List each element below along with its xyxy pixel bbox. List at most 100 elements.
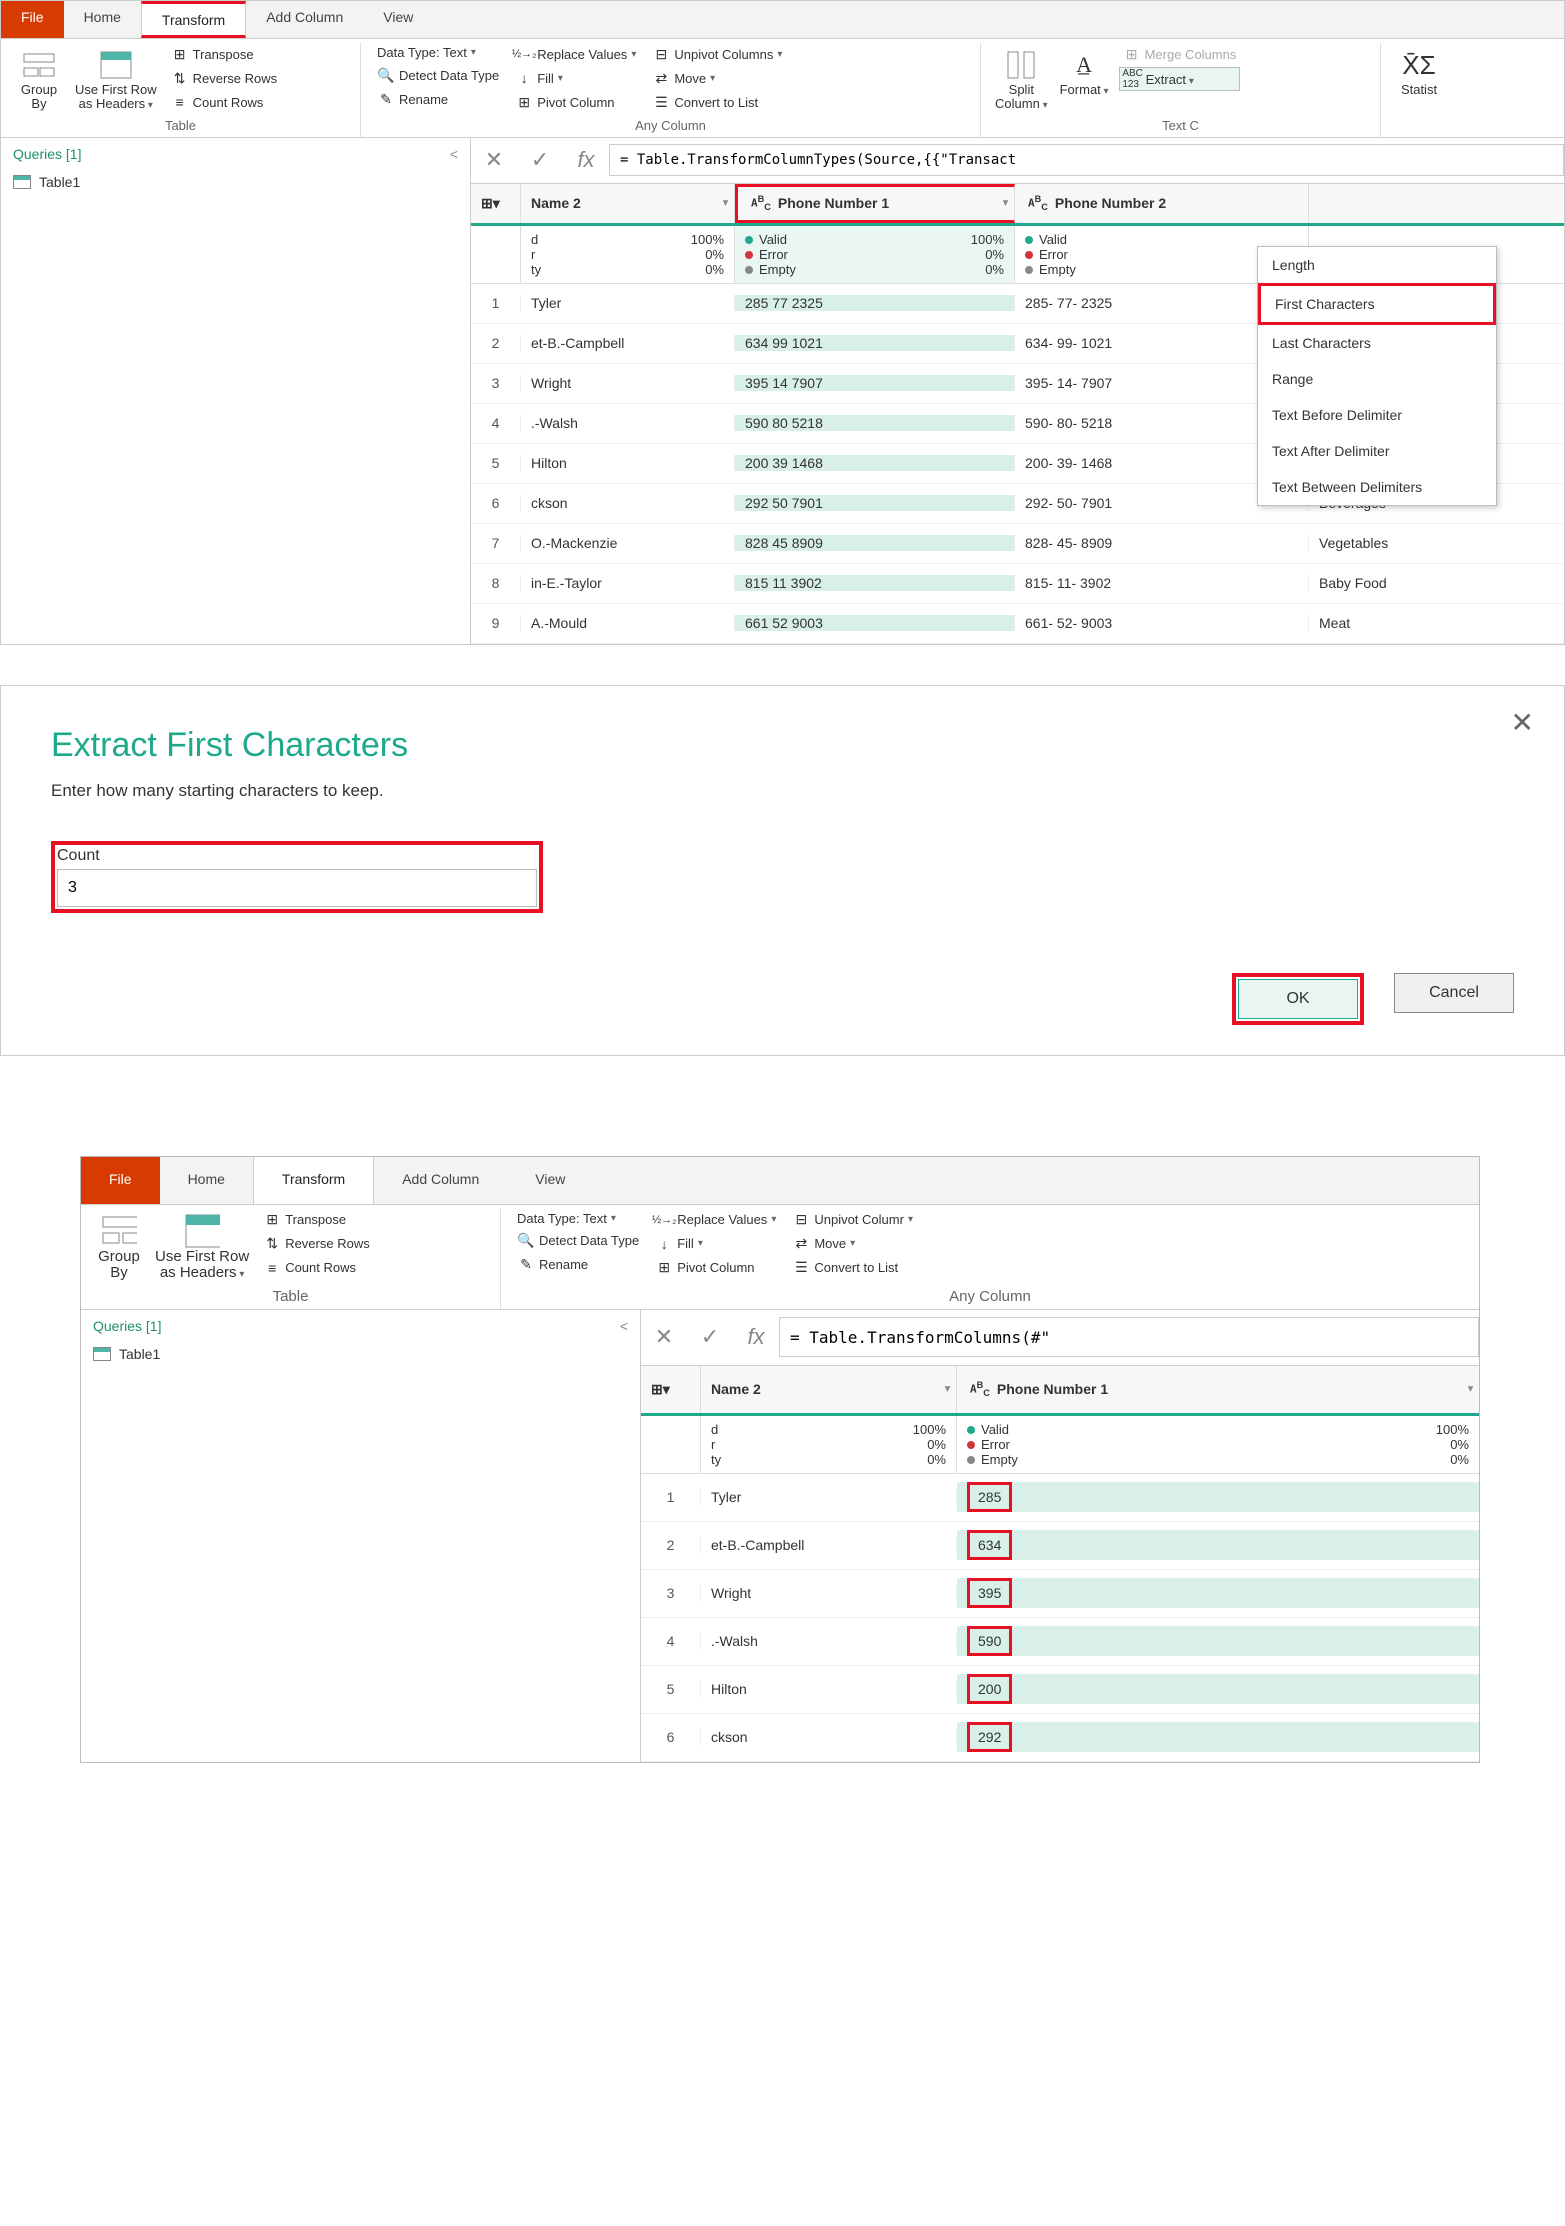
accept-formula-button[interactable]: ✓ [687, 1314, 733, 1360]
cell-phone1[interactable]: 661 52 9003 [735, 615, 1015, 631]
replace-values-button[interactable]: ½→₂Replace Values [511, 43, 640, 65]
tab-view[interactable]: View [363, 1, 433, 38]
group-by-button[interactable]: Group By [89, 1209, 149, 1286]
cell-name[interactable]: Wright [701, 1585, 957, 1601]
format-button[interactable]: A̲ Format [1054, 43, 1115, 116]
detect-data-type-button[interactable]: 🔍Detect Data Type [513, 1230, 643, 1252]
merge-columns-button[interactable]: ⊞Merge Columns [1119, 43, 1241, 65]
cell-phone1[interactable]: 828 45 8909 [735, 535, 1015, 551]
cell-name[interactable]: Wright [521, 375, 735, 391]
count-rows-button[interactable]: ≡Count Rows [259, 1257, 374, 1279]
cell-phone1[interactable]: 395 14 7907 [735, 375, 1015, 391]
cancel-formula-button[interactable]: ✕ [641, 1314, 687, 1360]
fill-button[interactable]: ↓Fill [651, 1233, 780, 1255]
data-type-button[interactable]: Data Type: Text [513, 1209, 643, 1228]
table-row[interactable]: 1Tyler285 [641, 1474, 1479, 1522]
col-header-name2[interactable]: Name 2▾ [701, 1366, 957, 1413]
transpose-button[interactable]: ⊞Transpose [167, 43, 282, 65]
cell-name[interactable]: in-E.-Taylor [521, 575, 735, 591]
chevron-down-icon[interactable]: ▾ [723, 198, 728, 209]
cell-phone2[interactable]: 815- 11- 3902 [1015, 575, 1309, 591]
chevron-down-icon[interactable]: ▾ [1003, 198, 1008, 209]
row-selector-header[interactable]: ⊞▾ [471, 184, 521, 223]
table-row[interactable]: 7O.-Mackenzie828 45 8909828- 45- 8909Veg… [471, 524, 1564, 564]
col-header-phone1[interactable]: ABCPhone Number 1▾ [957, 1366, 1479, 1413]
cell-category[interactable]: Vegetables [1309, 535, 1519, 551]
unpivot-button[interactable]: ⊟Unpivot Columr [788, 1209, 917, 1231]
cell-name[interactable]: .-Walsh [521, 415, 735, 431]
cell-name[interactable]: ckson [701, 1729, 957, 1745]
table-row[interactable]: 3Wright395 [641, 1570, 1479, 1618]
cell-phone1[interactable]: 200 39 1468 [735, 455, 1015, 471]
tab-file[interactable]: File [81, 1157, 160, 1204]
tab-add-column[interactable]: Add Column [374, 1157, 507, 1204]
cell-name[interactable]: Hilton [521, 455, 735, 471]
cell-name[interactable]: Tyler [521, 295, 735, 311]
cell-name[interactable]: .-Walsh [701, 1633, 957, 1649]
formula-input[interactable] [609, 144, 1564, 176]
use-first-row-button[interactable]: Use First Row as Headers [69, 43, 163, 116]
use-first-row-button[interactable]: Use First Row as Headers [149, 1209, 255, 1286]
cancel-button[interactable]: Cancel [1394, 973, 1514, 1013]
rename-button[interactable]: ✎Rename [373, 88, 503, 110]
cell-phone1[interactable]: 395 [957, 1578, 1479, 1608]
transpose-button[interactable]: ⊞Transpose [259, 1209, 374, 1231]
unpivot-button[interactable]: ⊟Unpivot Columns [648, 43, 786, 65]
tab-add-column[interactable]: Add Column [246, 1, 363, 38]
menu-text-after-delimiter[interactable]: Text After Delimiter [1258, 433, 1496, 469]
data-type-button[interactable]: Data Type: Text [373, 43, 503, 62]
menu-first-characters[interactable]: First Characters [1258, 283, 1496, 325]
cell-phone1[interactable]: 292 [957, 1722, 1479, 1752]
cell-phone1[interactable]: 285 [957, 1482, 1479, 1512]
table-row[interactable]: 9A.-Mould661 52 9003661- 52- 9003Meat [471, 604, 1564, 644]
count-input[interactable] [57, 869, 537, 907]
cell-phone1[interactable]: 590 [957, 1626, 1479, 1656]
query-table1[interactable]: Table1 [13, 174, 458, 190]
cell-phone1[interactable]: 590 80 5218 [735, 415, 1015, 431]
cell-name[interactable]: Tyler [701, 1489, 957, 1505]
cell-category[interactable]: Meat [1309, 615, 1519, 631]
tab-view[interactable]: View [507, 1157, 593, 1204]
replace-values-button[interactable]: ½→₂Replace Values [651, 1209, 780, 1231]
collapse-icon[interactable]: < [450, 146, 458, 162]
cell-phone1[interactable]: 285 77 2325 [735, 295, 1015, 311]
query-table1[interactable]: Table1 [93, 1346, 628, 1362]
pivot-column-button[interactable]: ⊞Pivot Column [511, 91, 640, 113]
cell-phone1[interactable]: 634 [957, 1530, 1479, 1560]
group-by-button[interactable]: Group By [9, 43, 69, 116]
col-header-name2[interactable]: Name 2▾ [521, 184, 735, 223]
col-header-phone1[interactable]: ABCPhone Number 1▾ [735, 184, 1015, 223]
table-row[interactable]: 5Hilton200 [641, 1666, 1479, 1714]
cancel-formula-button[interactable]: ✕ [471, 137, 517, 183]
cell-name[interactable]: ckson [521, 495, 735, 511]
table-row[interactable]: 2et-B.-Campbell634 [641, 1522, 1479, 1570]
cell-phone2[interactable]: 661- 52- 9003 [1015, 615, 1309, 631]
convert-to-list-button[interactable]: ☰Convert to List [648, 91, 786, 113]
row-selector-header[interactable]: ⊞▾ [641, 1366, 701, 1413]
ok-button[interactable]: OK [1238, 979, 1358, 1019]
extract-button[interactable]: ABC123Extract [1119, 67, 1241, 91]
cell-phone1[interactable]: 815 11 3902 [735, 575, 1015, 591]
tab-home[interactable]: Home [64, 1, 141, 38]
fill-button[interactable]: ↓Fill [511, 67, 640, 89]
statistics-button[interactable]: X̄Σ Statist [1389, 43, 1449, 131]
tab-transform[interactable]: Transform [253, 1157, 374, 1204]
move-button[interactable]: ⇄Move [648, 67, 786, 89]
cell-name[interactable]: et-B.-Campbell [701, 1537, 957, 1553]
detect-data-type-button[interactable]: 🔍Detect Data Type [373, 64, 503, 86]
menu-last-characters[interactable]: Last Characters [1258, 325, 1496, 361]
cell-phone1[interactable]: 634 99 1021 [735, 335, 1015, 351]
chevron-down-icon[interactable]: ▾ [1468, 1384, 1473, 1395]
menu-length[interactable]: Length [1258, 247, 1496, 283]
convert-to-list-button[interactable]: ☰Convert to List [788, 1257, 917, 1279]
move-button[interactable]: ⇄Move [788, 1233, 917, 1255]
accept-formula-button[interactable]: ✓ [517, 137, 563, 183]
cell-phone1[interactable]: 200 [957, 1674, 1479, 1704]
cell-phone2[interactable]: 828- 45- 8909 [1015, 535, 1309, 551]
reverse-rows-button[interactable]: ⇅Reverse Rows [167, 67, 282, 89]
tab-transform[interactable]: Transform [141, 1, 246, 38]
menu-text-between-delimiters[interactable]: Text Between Delimiters [1258, 469, 1496, 505]
cell-name[interactable]: A.-Mould [521, 615, 735, 631]
col-header-phone2[interactable]: ABCPhone Number 2 [1015, 184, 1309, 223]
pivot-column-button[interactable]: ⊞Pivot Column [651, 1257, 780, 1279]
